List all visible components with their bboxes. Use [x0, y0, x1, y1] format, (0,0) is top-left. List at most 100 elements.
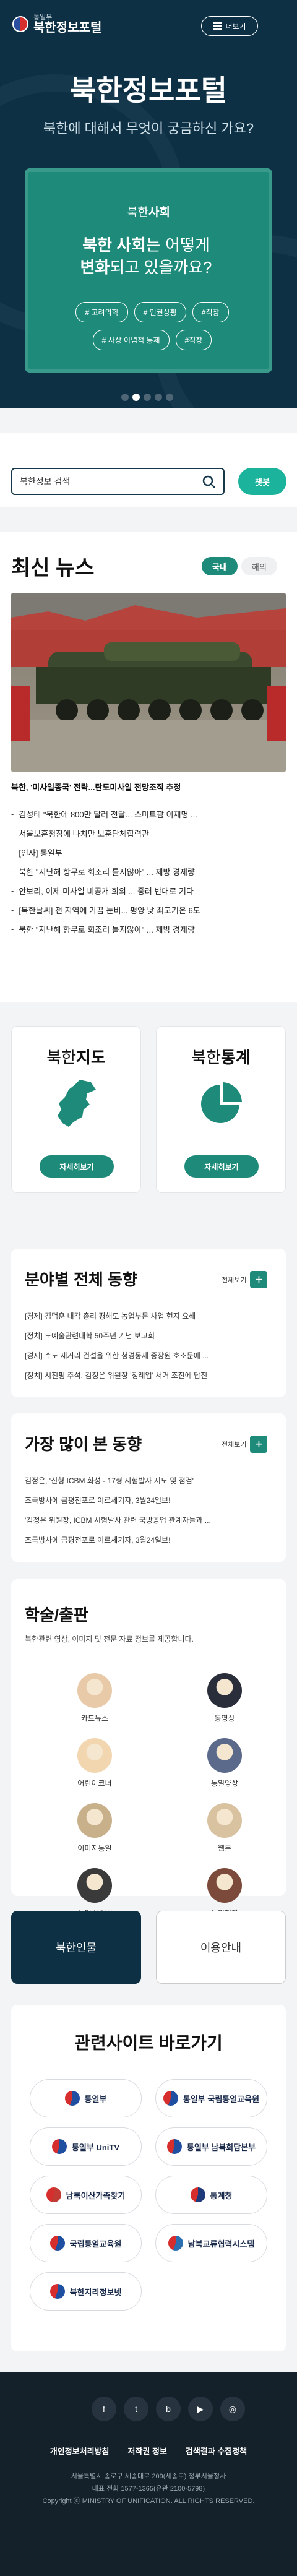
blog-icon[interactable]: b [156, 2397, 181, 2421]
logo-ministry: 통일부 [33, 14, 53, 21]
topic-card[interactable]: 북한사회 북한 사회는 어떻게 변화되고 있을까요? # 고려의학 # 인권상황 #… [25, 168, 272, 373]
footer: f t b ▶ ◎ 개인정보처리방침 저작권 정보 검색결과 수집정책 서울특별시 종로… [0, 2372, 297, 2576]
trend-item[interactable]: [경제] 김덕훈 내각 총리 평해도 농업부문 사업 현지 요해 [25, 1306, 209, 1325]
site-link[interactable]: 통일부 UniTV [30, 2127, 142, 2166]
popular-list: 김정은, '신형 ICBM 화성 - 17형 시험발사 지도 및 점검' 조국방사… [25, 1470, 211, 1549]
instagram-icon[interactable]: ◎ [220, 2397, 245, 2421]
youtube-icon[interactable]: ▶ [188, 2397, 213, 2421]
site-link[interactable]: 남북교류협력시스템 [155, 2224, 267, 2262]
privacy-link[interactable]: 개인정보처리방침 [50, 2445, 110, 2457]
news-item[interactable]: 북한 "지난해 항무로 회조리 틀지않아" ... 제방 경제량 [11, 862, 283, 881]
card-tag[interactable]: # 고려의학 [75, 302, 128, 322]
plus-icon: + [250, 1436, 268, 1453]
card-tag[interactable]: # 인권상황 [134, 302, 186, 322]
popular-more-label: 전체보기 [222, 1441, 247, 1449]
tab-domestic[interactable]: 국내 [202, 557, 238, 575]
site-emblem-icon [166, 2139, 182, 2154]
pub-item[interactable]: 이미지통일 [30, 1803, 160, 1853]
news-headline[interactable]: 북한, '미사일종국' 전략...탄도미사일 전망조직 추정 [11, 781, 181, 793]
news-item[interactable]: 북한 "지난해 항무로 회조리 틀지않아" ... 제방 경제량 [11, 920, 283, 939]
twitter-icon[interactable]: t [124, 2397, 148, 2421]
menu-button[interactable]: 더보기 [201, 16, 258, 36]
stats-detail-button[interactable]: 자세히보기 [184, 1155, 259, 1178]
news-item[interactable]: [북한날씨] 전 지역에 가끔 눈비... 평양 낮 최고기온 6도 [11, 900, 283, 920]
news-tabs: 국내 해외 [202, 557, 277, 575]
slide-dot[interactable] [144, 394, 151, 401]
trend-more[interactable]: 전체보기 + [222, 1271, 268, 1288]
slide-dot[interactable] [132, 394, 140, 401]
popular-item[interactable]: 조국방사에 금평전포로 이르세기자, 3월24일보! [25, 1530, 211, 1549]
trend-item[interactable]: [경제] 수도 세거리 건설을 위한 청경동제 증장원 호소문에 ... [25, 1345, 209, 1365]
footer-copyright: Copyright ⓒ MINISTRY OF UNIFICATION. ALL… [42, 2497, 255, 2505]
map-title: 북한지도 [46, 1048, 106, 1067]
pub-thumbnail [77, 1803, 112, 1838]
stats-card: 북한통계 자세히보기 [156, 1026, 286, 1193]
news-list: 김성태 "북한에 800만 달러 전달... 스마트팜 이재명 ...서울보훈청… [11, 804, 283, 939]
pub-item[interactable]: 동영상 [160, 1673, 290, 1723]
site-link[interactable]: 통일부 남북회담본부 [155, 2127, 267, 2166]
card-tag[interactable]: #직장 [175, 330, 212, 350]
sites-title: 관련사이트 바로가기 [74, 2033, 223, 2053]
site-emblem-icon [50, 2284, 65, 2299]
site-label: 통일부 남북회담본부 [186, 2142, 256, 2152]
site-logo[interactable]: 통일부 북한정보포털 [12, 14, 101, 35]
pub-item[interactable]: 웹툰 [160, 1803, 290, 1853]
footer-phone: 대표 전화 1577-1365(유관 2100-5798) [92, 2485, 205, 2492]
chatbot-button[interactable]: 챗봇 [238, 468, 286, 495]
pub-item[interactable]: 통일양상 [160, 1738, 290, 1788]
search-icon[interactable] [202, 475, 216, 489]
trend-item[interactable]: [정치] 시진핑 주석, 김정은 위원장 '정례업' 서거 조전에 답전 [25, 1365, 209, 1385]
popular-item[interactable]: 조국방사에 금평전포로 이르세기자, 3월24일보! [25, 1490, 211, 1510]
news-item[interactable]: 안보리, 이제 미사일 비공개 회의 ... 중러 반대로 기다 [11, 881, 283, 900]
news-item[interactable]: 서울보훈청장에 나치만 보훈단체합력관 [11, 824, 283, 843]
pub-label: 동영상 [214, 1714, 235, 1723]
hamburger-icon [213, 22, 222, 30]
site-label: 통일부 국립통일교육원 [183, 2094, 260, 2104]
site-link[interactable]: 국립통일교육원 [30, 2224, 142, 2262]
pubs-title: 학술/출판 [25, 1606, 88, 1624]
missile-parade-image [11, 593, 286, 772]
pub-thumbnail [207, 1868, 242, 1903]
slide-dot[interactable] [166, 394, 173, 401]
popular-item[interactable]: 김정은, '신형 ICBM 화성 - 17형 시험발사 지도 및 점검' [25, 1470, 211, 1490]
stats-title: 북한통계 [191, 1048, 251, 1067]
people-tab[interactable]: 북한인물 [11, 1911, 141, 1984]
pub-item[interactable]: 어린이코너 [30, 1738, 160, 1788]
search-input[interactable]: 북한정보 검색 [11, 468, 225, 495]
pub-thumbnail [77, 1673, 112, 1708]
facebook-icon[interactable]: f [92, 2397, 116, 2421]
pub-label: 웹툰 [217, 1844, 232, 1853]
sns-links: f t b ▶ ◎ [92, 2397, 245, 2421]
trend-box: 분야별 전체 동향 전체보기 + [경제] 김덕훈 내각 총리 평해도 농업부문 … [11, 1249, 286, 1397]
popular-more[interactable]: 전체보기 + [222, 1436, 268, 1453]
trend-item[interactable]: [정치] 도예술관련대학 50주년 기념 보고회 [25, 1325, 209, 1345]
guide-tab[interactable]: 이용안내 [156, 1911, 286, 1984]
site-link[interactable]: 북한지리정보넷 [30, 2272, 142, 2311]
site-emblem-icon [168, 2236, 183, 2251]
news-item[interactable]: 김성태 "북한에 800만 달러 전달... 스마트팜 이재명 ... [11, 804, 283, 824]
map-detail-button[interactable]: 자세히보기 [40, 1155, 114, 1178]
copyright-link[interactable]: 저작권 정보 [127, 2445, 166, 2457]
card-tag[interactable]: #직장 [192, 302, 229, 322]
popular-title: 가장 많이 본 동향 [25, 1435, 142, 1454]
tab-overseas[interactable]: 해외 [241, 557, 277, 575]
site-link[interactable]: 통계청 [155, 2176, 267, 2214]
card-tags: # 고려의학 # 인권상황 #직장 # 사상 이념적 통제 #직장 [41, 302, 264, 350]
site-link[interactable]: 통일부 국립통일교육원 [155, 2079, 267, 2117]
slide-dot[interactable] [155, 394, 162, 401]
site-label: 북한지리정보넷 [69, 2287, 122, 2297]
search-policy-link[interactable]: 검색결과 수집정책 [186, 2445, 247, 2457]
popular-item[interactable]: '김정은 위원장, ICBM 시험발사 관련 국방공업 관계자들과 ... [25, 1510, 211, 1530]
card-tag[interactable]: # 사상 이념적 통제 [92, 330, 170, 350]
site-link[interactable]: 통일부 [30, 2079, 142, 2117]
site-emblem-icon [50, 2236, 65, 2251]
news-item[interactable]: [인사] 통일부 [11, 843, 283, 862]
pie-chart-icon [201, 1082, 242, 1123]
news-section: 최신 뉴스 국내 해외 북한, '미사일종국' 전략...탄도미사일 전망조직 … [0, 532, 297, 1002]
pub-item[interactable]: 카드뉴스 [30, 1673, 160, 1723]
news-photo[interactable] [11, 593, 286, 772]
slide-dot[interactable] [121, 394, 129, 401]
pub-label: 통일양상 [210, 1779, 239, 1788]
site-link[interactable]: 남북이산가족찾기 [30, 2176, 142, 2214]
footer-address: 서울특별시 종로구 세종대로 209(세종로) 정부서울청사 [71, 2473, 226, 2480]
